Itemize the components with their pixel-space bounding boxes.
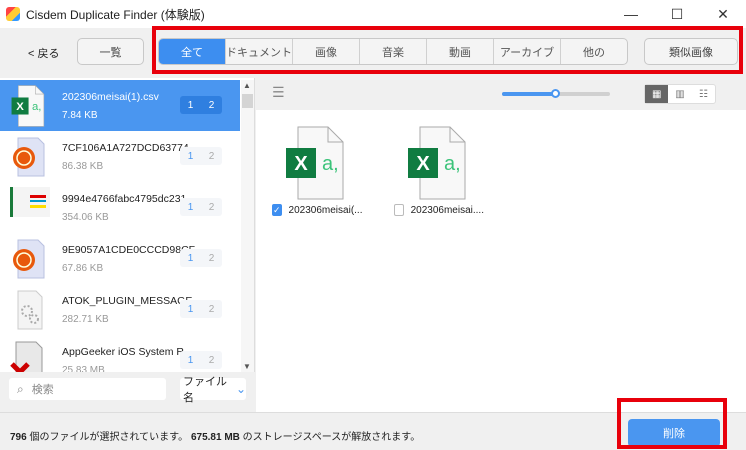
tab-other[interactable]: 他の bbox=[561, 39, 627, 64]
similar-images-button[interactable]: 類似画像 bbox=[644, 38, 738, 65]
file-list-item[interactable]: ATOK_PLUGIN_MESSAGE... 282.71 KB 12 bbox=[0, 284, 240, 335]
tab-images[interactable]: 画像 bbox=[293, 39, 360, 64]
list-view-icon[interactable]: ☷ bbox=[692, 85, 715, 103]
sort-dropdown[interactable]: ファイル名 ⌄ bbox=[180, 376, 246, 404]
badge-selected: 1 bbox=[187, 201, 194, 213]
orange-ball-doc-icon bbox=[10, 136, 50, 178]
svg-text:a,: a, bbox=[322, 153, 339, 175]
filmstrip-view-icon[interactable]: ▥ bbox=[668, 85, 691, 103]
scroll-thumb[interactable] bbox=[242, 94, 253, 108]
svg-text:a,: a, bbox=[32, 100, 41, 112]
excel-csv-icon: Xa, bbox=[408, 126, 466, 200]
badge-total: 2 bbox=[208, 354, 215, 366]
badge-total: 2 bbox=[208, 252, 215, 264]
excel-csv-icon: Xa, bbox=[10, 84, 50, 127]
preview-item[interactable]: Xa, 202306meisai.... bbox=[394, 126, 484, 216]
grid-view-icon[interactable]: ▦ bbox=[645, 85, 669, 103]
status-text: 796 個のファイルが選択されています。 675.81 MB のストレージスペー… bbox=[10, 428, 420, 443]
size-label: のストレージスペースが解放されます。 bbox=[239, 432, 421, 443]
scroll-up-icon[interactable]: ▲ bbox=[243, 81, 251, 90]
delete-button[interactable]: 削除 bbox=[628, 419, 720, 447]
file-list-item[interactable]: 7CF106A1A727DCD63774... 86.38 KB 12 bbox=[0, 131, 240, 182]
tab-archives[interactable]: アーカイブ bbox=[494, 39, 561, 64]
search-icon: ⌕ bbox=[17, 381, 24, 396]
file-list-item[interactable]: Xa, 202306meisai(1).csv 7.84 KB 12 bbox=[0, 80, 240, 131]
selected-count: 796 bbox=[10, 432, 27, 443]
chevron-down-icon: ⌄ bbox=[235, 382, 246, 396]
badge-selected: 1 bbox=[187, 99, 194, 111]
image-thumbnail-icon bbox=[10, 186, 50, 229]
file-list-panel: Xa, 202306meisai(1).csv 7.84 KB 12 7CF106… bbox=[0, 78, 255, 412]
list-view-button[interactable]: 一覧 bbox=[77, 38, 144, 65]
duplicate-count-badge: 12 bbox=[180, 351, 222, 369]
preview-checkbox[interactable]: ✓ bbox=[272, 204, 282, 216]
close-button[interactable]: ✕ bbox=[700, 0, 746, 28]
tab-documents[interactable]: ドキュメント bbox=[226, 39, 293, 64]
search-placeholder: 検索 bbox=[31, 384, 54, 396]
badge-selected: 1 bbox=[187, 303, 194, 315]
preview-checkbox[interactable] bbox=[394, 204, 404, 216]
badge-selected: 1 bbox=[187, 354, 194, 366]
gear-doc-icon bbox=[10, 289, 50, 331]
svg-text:X: X bbox=[416, 153, 430, 175]
duplicate-count-badge: 12 bbox=[180, 96, 222, 114]
title-bar: Cisdem Duplicate Finder (体験版) — ☐ ✕ bbox=[0, 0, 746, 28]
status-bar: 796 個のファイルが選択されています。 675.81 MB のストレージスペー… bbox=[0, 412, 746, 450]
zoom-slider[interactable] bbox=[502, 89, 610, 98]
duplicate-count-badge: 12 bbox=[180, 300, 222, 318]
badge-selected: 1 bbox=[187, 252, 194, 264]
view-mode-toggle: ▦ ▥ ☷ bbox=[644, 84, 716, 104]
category-tabs: 全て ドキュメント 画像 音楽 動画 アーカイブ 他の bbox=[158, 38, 628, 65]
toolbar: < 戻る 一覧 全て ドキュメント 画像 音楽 動画 アーカイブ 他の 類似画像 bbox=[0, 28, 746, 78]
preview-panel: ☰ ▦ ▥ ☷ Xa, ✓ 202306meisai(... Xa, 202306m… bbox=[256, 78, 746, 412]
preview-item[interactable]: Xa, ✓ 202306meisai(... bbox=[272, 126, 362, 216]
app-icon bbox=[6, 7, 20, 21]
scroll-down-icon[interactable]: ▼ bbox=[243, 362, 251, 371]
freed-size: 675.81 MB bbox=[190, 432, 240, 443]
badge-total: 2 bbox=[208, 99, 215, 111]
count-label: 個のファイルが選択されています。 bbox=[26, 432, 191, 443]
tab-music[interactable]: 音楽 bbox=[360, 39, 427, 64]
tab-all[interactable]: 全て bbox=[159, 39, 226, 64]
excel-csv-icon: Xa, bbox=[286, 126, 344, 200]
badge-total: 2 bbox=[208, 150, 215, 162]
broken-doc-icon bbox=[10, 340, 50, 372]
back-button[interactable]: < 戻る bbox=[28, 45, 59, 61]
svg-text:X: X bbox=[294, 153, 308, 175]
badge-total: 2 bbox=[208, 201, 215, 213]
file-list-item[interactable]: 9994e4766fabc4795dc231... 354.06 KB 12 bbox=[0, 182, 240, 233]
badge-selected: 1 bbox=[187, 150, 194, 162]
preview-file-name: 202306meisai(... bbox=[288, 204, 363, 216]
select-options-icon[interactable]: ☰ bbox=[272, 84, 285, 101]
duplicate-count-badge: 12 bbox=[180, 198, 222, 216]
file-list-item[interactable]: 9E9057A1CDE0CCCD98CF... 67.86 KB 12 bbox=[0, 233, 240, 284]
sort-value: ファイル名 bbox=[183, 376, 227, 404]
file-list: Xa, 202306meisai(1).csv 7.84 KB 12 7CF106… bbox=[0, 80, 240, 372]
svg-text:a,: a, bbox=[444, 153, 461, 175]
scrollbar[interactable]: ▲ ▼ bbox=[241, 80, 254, 372]
window-title: Cisdem Duplicate Finder (体験版) bbox=[26, 7, 205, 22]
minimize-button[interactable]: — bbox=[608, 0, 654, 28]
search-input[interactable]: ⌕ 検索 bbox=[9, 378, 166, 400]
orange-ball-doc-icon bbox=[10, 238, 50, 280]
duplicate-count-badge: 12 bbox=[180, 147, 222, 165]
maximize-button[interactable]: ☐ bbox=[654, 0, 700, 28]
file-list-item[interactable]: AppGeeker iOS System R... 25.83 MB 12 bbox=[0, 335, 240, 372]
duplicate-count-badge: 12 bbox=[180, 249, 222, 267]
svg-text:X: X bbox=[16, 100, 24, 112]
preview-file-name: 202306meisai.... bbox=[410, 204, 484, 216]
badge-total: 2 bbox=[208, 303, 215, 315]
tab-video[interactable]: 動画 bbox=[427, 39, 494, 64]
